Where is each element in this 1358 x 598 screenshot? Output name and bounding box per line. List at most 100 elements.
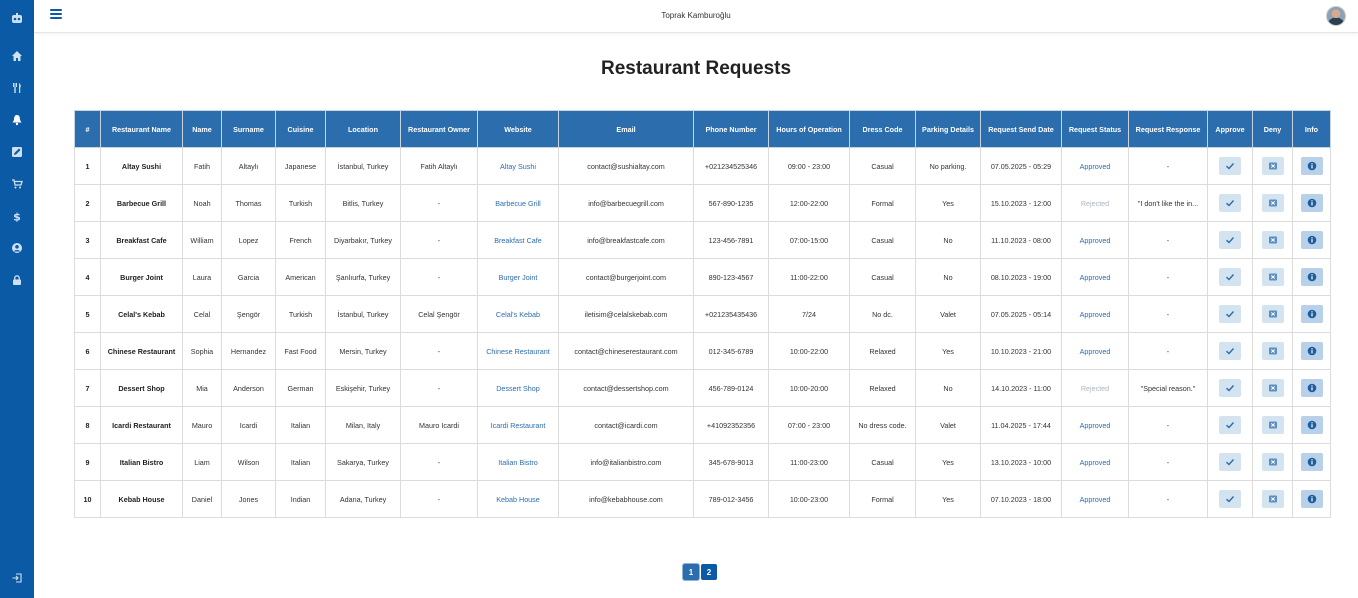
info-button[interactable] bbox=[1300, 453, 1323, 471]
deny-button[interactable] bbox=[1261, 305, 1284, 323]
cell-restaurant: Icardi Restaurant bbox=[100, 406, 183, 444]
website-link[interactable]: Burger Joint bbox=[499, 273, 538, 282]
info-button[interactable] bbox=[1300, 194, 1323, 212]
deny-button[interactable] bbox=[1261, 231, 1284, 249]
cell-phone: 890-123-4567 bbox=[693, 258, 769, 296]
cell-dress: Formal bbox=[849, 184, 916, 222]
cell-dn bbox=[1252, 406, 1293, 444]
logo-icon[interactable] bbox=[0, 2, 34, 34]
cell-restaurant: Breakfast Cafe bbox=[100, 221, 183, 259]
deny-button[interactable] bbox=[1261, 453, 1284, 471]
approve-button[interactable] bbox=[1219, 416, 1241, 434]
cell-restaurant: Kebab House bbox=[100, 480, 183, 518]
info-button[interactable] bbox=[1300, 231, 1323, 249]
column-header: # bbox=[74, 110, 101, 148]
page-button[interactable]: 2 bbox=[701, 564, 717, 580]
cell-hours: 7/24 bbox=[768, 295, 850, 333]
cell-hours: 07:00-15:00 bbox=[768, 221, 850, 259]
approve-button[interactable] bbox=[1219, 231, 1241, 249]
cell-dn bbox=[1252, 443, 1293, 481]
cell-hours: 09:00 - 23:00 bbox=[768, 147, 850, 185]
column-header: Restaurant Owner bbox=[400, 110, 478, 148]
deny-button[interactable] bbox=[1261, 268, 1284, 286]
edit-icon[interactable] bbox=[0, 136, 34, 168]
cell-owner: - bbox=[400, 480, 478, 518]
approve-button[interactable] bbox=[1219, 157, 1241, 175]
cell-location: İstanbul, Turkey bbox=[325, 147, 401, 185]
info-button[interactable] bbox=[1300, 268, 1323, 286]
approve-button[interactable] bbox=[1219, 268, 1241, 286]
approve-button[interactable] bbox=[1219, 194, 1241, 212]
status-badge: Rejected bbox=[1080, 383, 1110, 393]
bell-icon[interactable] bbox=[0, 104, 34, 136]
cell-hours: 10:00-22:00 bbox=[768, 332, 850, 370]
cell-ap bbox=[1207, 443, 1253, 481]
approve-button[interactable] bbox=[1219, 490, 1241, 508]
deny-button[interactable] bbox=[1261, 379, 1284, 397]
info-button[interactable] bbox=[1300, 305, 1323, 323]
cell-restaurant: Dessert Shop bbox=[100, 369, 183, 407]
sidebar: $ bbox=[0, 0, 34, 598]
cell-ap bbox=[1207, 184, 1253, 222]
cell-date: 08.10.2023 - 19:00 bbox=[980, 258, 1062, 296]
user-icon[interactable] bbox=[0, 232, 34, 264]
info-button[interactable] bbox=[1300, 342, 1323, 360]
cell-hours: 11:00-23:00 bbox=[768, 443, 850, 481]
cell-hours: 10:00-23:00 bbox=[768, 480, 850, 518]
table-row: 5 Celal's Kebab Celal Şengör Turkish İstanbul… bbox=[74, 295, 1331, 333]
cell-dn bbox=[1252, 295, 1293, 333]
website-link[interactable]: Breakfast Cafe bbox=[494, 236, 542, 245]
cell-restaurant: Burger Joint bbox=[100, 258, 183, 296]
cell-date: 10.10.2023 - 21:00 bbox=[980, 332, 1062, 370]
status-badge: Approved bbox=[1079, 161, 1111, 171]
cell-cuisine: Italian bbox=[275, 406, 326, 444]
page-button[interactable]: 1 bbox=[683, 564, 699, 580]
restaurant-icon[interactable] bbox=[0, 72, 34, 104]
deny-button[interactable] bbox=[1261, 342, 1284, 360]
table-row: 2 Barbecue Grill Noah Thomas Turkish Bitlis, … bbox=[74, 184, 1331, 222]
approve-button[interactable] bbox=[1219, 379, 1241, 397]
cell-response: - bbox=[1128, 221, 1208, 259]
cart-icon[interactable] bbox=[0, 168, 34, 200]
pagination: 12 bbox=[683, 564, 717, 580]
cell-status: Approved bbox=[1061, 443, 1129, 481]
table-row: 4 Burger Joint Laura Garcia American Şanlıurf… bbox=[74, 258, 1331, 296]
cell-hours: 10:00-20:00 bbox=[768, 369, 850, 407]
approve-button[interactable] bbox=[1219, 342, 1241, 360]
logout-icon[interactable] bbox=[0, 562, 34, 594]
approve-button[interactable] bbox=[1219, 305, 1241, 323]
column-header: Request Response bbox=[1128, 110, 1208, 148]
website-link[interactable]: Altay Sushi bbox=[500, 162, 536, 171]
website-link[interactable]: Icardi Restaurant bbox=[491, 421, 546, 430]
cell-owner: Mauro Icardi bbox=[400, 406, 478, 444]
cell-website: Dessert Shop bbox=[477, 369, 559, 407]
deny-button[interactable] bbox=[1261, 194, 1284, 212]
avatar[interactable] bbox=[1326, 6, 1346, 26]
column-header: Email bbox=[558, 110, 694, 148]
info-button[interactable] bbox=[1300, 379, 1323, 397]
website-link[interactable]: Italian Bistro bbox=[498, 458, 538, 467]
cell-surname: Thomas bbox=[221, 184, 276, 222]
home-icon[interactable] bbox=[0, 40, 34, 72]
approve-button[interactable] bbox=[1219, 453, 1241, 471]
column-header: Request Status bbox=[1061, 110, 1129, 148]
website-link[interactable]: Chinese Restaurant bbox=[486, 347, 550, 356]
dollar-icon[interactable]: $ bbox=[0, 200, 34, 232]
cell-num: 4 bbox=[74, 258, 101, 296]
lock-icon[interactable] bbox=[0, 264, 34, 296]
info-button[interactable] bbox=[1300, 157, 1323, 175]
cell-num: 3 bbox=[74, 221, 101, 259]
deny-button[interactable] bbox=[1261, 416, 1284, 434]
info-button[interactable] bbox=[1300, 490, 1323, 508]
website-link[interactable]: Celal's Kebab bbox=[496, 310, 540, 319]
cell-parking: Valet bbox=[915, 406, 981, 444]
website-link[interactable]: Barbecue Grill bbox=[495, 199, 541, 208]
website-link[interactable]: Kebab House bbox=[496, 495, 540, 504]
cell-location: Adana, Turkey bbox=[325, 480, 401, 518]
cell-owner: Fatih Altaylı bbox=[400, 147, 478, 185]
website-link[interactable]: Dessert Shop bbox=[496, 384, 540, 393]
info-button[interactable] bbox=[1300, 416, 1323, 434]
cell-cuisine: American bbox=[275, 258, 326, 296]
deny-button[interactable] bbox=[1261, 490, 1284, 508]
deny-button[interactable] bbox=[1261, 157, 1284, 175]
